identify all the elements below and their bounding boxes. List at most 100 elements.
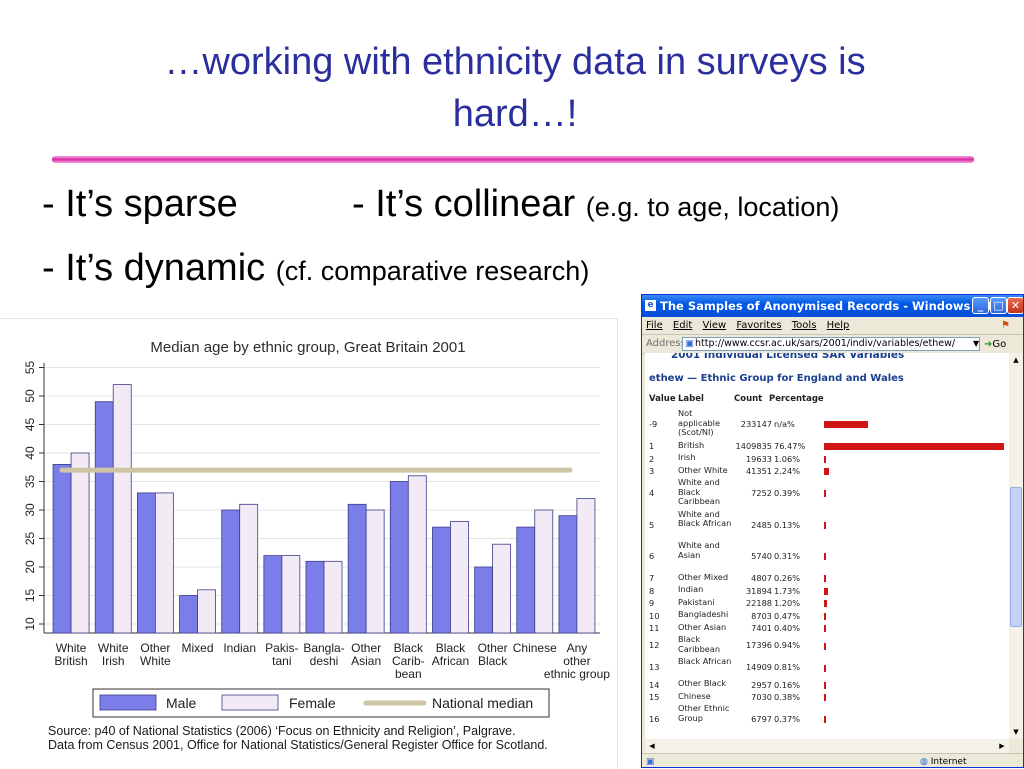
scroll-right-icon[interactable]: ▶ <box>995 739 1009 753</box>
scroll-thumb[interactable] <box>1010 487 1022 627</box>
cell-percentage: 2.24% <box>774 466 801 476</box>
percentage-bar <box>824 553 826 561</box>
address-label: Address <box>646 338 686 349</box>
variable-heading: ethew — Ethnic Group for England and Wal… <box>649 373 904 384</box>
bar-male <box>516 526 536 634</box>
y-tick-label: 45 <box>23 418 37 432</box>
windows-logo-icon: ⚑ <box>1001 320 1010 331</box>
cell-value: 9 <box>649 598 655 608</box>
cell-percentage: 0.40% <box>774 623 801 633</box>
x-tick-label: White <box>98 641 129 655</box>
x-tick-label: deshi <box>310 654 339 668</box>
bullet-text: It’s dynamic <box>65 247 266 289</box>
cell-label: Indian <box>678 584 704 594</box>
bar-female <box>154 492 174 634</box>
cell-percentage: 76.47% <box>774 441 806 451</box>
bar-female <box>323 560 343 634</box>
percentage-bar <box>824 468 830 476</box>
ie-page-icon: e <box>645 300 656 311</box>
slide-title: …working with ethnicity data in surveys … <box>60 36 970 140</box>
percentage-bar <box>824 716 826 724</box>
source-line-1: Source: p40 of National Statistics (2006… <box>48 724 516 738</box>
go-button[interactable]: ➜Go <box>984 336 1006 354</box>
cell-label: White and Black African <box>678 508 732 528</box>
cell-value: 12 <box>649 640 660 651</box>
dropdown-arrow-icon[interactable]: ▼ <box>973 335 979 353</box>
cell-count: 19633 <box>745 453 772 464</box>
bar-male <box>558 515 578 634</box>
scroll-left-icon[interactable]: ◀ <box>645 739 659 753</box>
x-tick-label: bean <box>395 667 422 681</box>
x-tick-label: Bangla- <box>303 641 344 655</box>
cell-label: Other Black <box>678 678 727 688</box>
vertical-scrollbar[interactable]: ▲ ▼ <box>1009 353 1023 739</box>
bar-female <box>281 555 301 634</box>
status-bar: ▣ ◍ Internet <box>642 753 1023 767</box>
header-percentage: Percentage <box>769 394 824 404</box>
x-tick-label: Other <box>351 641 381 655</box>
bar-female <box>534 509 554 634</box>
cell-value: 13 <box>649 662 660 673</box>
horizontal-scrollbar[interactable]: ◀ ▶ <box>645 739 1009 753</box>
x-tick-label: British <box>54 654 87 668</box>
header-count: Count <box>734 394 763 404</box>
cell-count: 7401 <box>751 623 772 633</box>
bar-female <box>492 543 512 634</box>
globe-icon: ◍ <box>920 757 928 767</box>
bar-female <box>365 509 385 634</box>
bar-male <box>474 566 494 634</box>
close-icon[interactable]: ✕ <box>1007 297 1023 314</box>
cell-count: 8703 <box>751 610 772 621</box>
window-titlebar[interactable]: e The Samples of Anonymised Records - Wi… <box>642 295 1023 317</box>
minimize-icon[interactable]: _ <box>972 297 989 314</box>
cell-label: Other Mixed <box>678 571 729 582</box>
menu-edit[interactable]: Edit <box>673 320 692 331</box>
chart-panel: Median age by ethnic group, Great Britai… <box>0 318 618 769</box>
menu-tools[interactable]: Tools <box>792 320 817 331</box>
cell-count: 5740 <box>751 551 772 561</box>
title-line-1: …working with ethnicity data in surveys … <box>164 41 866 83</box>
cell-percentage: n/a% <box>774 419 795 429</box>
status-zone: ◍ Internet <box>920 754 966 767</box>
x-tick-label: Mixed <box>182 641 214 655</box>
cell-value: 16 <box>649 714 660 724</box>
header-value: Value <box>649 394 676 404</box>
cell-count: 6797 <box>751 714 772 724</box>
menu-favorites[interactable]: Favorites <box>736 320 781 331</box>
x-tick-label: Indian <box>223 641 256 655</box>
cell-label: Other Ethnic Group <box>678 703 730 723</box>
cell-count: 31894 <box>745 585 772 596</box>
cell-label: Other Asian <box>678 621 727 632</box>
percentage-bar <box>824 521 826 529</box>
cell-count: 22188 <box>745 598 772 608</box>
scroll-down-icon[interactable]: ▼ <box>1009 725 1023 739</box>
y-tick-label: 20 <box>23 560 37 574</box>
bar-female <box>407 475 427 634</box>
y-tick-label: 40 <box>23 446 37 460</box>
cell-label: Irish <box>678 452 696 462</box>
percentage-bar <box>824 642 827 650</box>
x-tick-label: Irish <box>102 654 125 668</box>
y-tick-label: 10 <box>23 617 37 631</box>
maximize-icon[interactable]: □ <box>990 297 1007 314</box>
cell-value: 3 <box>649 466 655 476</box>
title-divider <box>52 156 974 163</box>
x-tick-label: Black <box>436 641 466 655</box>
page-content: 2001 Individual Licensed SAR Variables e… <box>645 353 1009 739</box>
percentage-bar <box>824 455 827 463</box>
cell-percentage: 1.20% <box>774 598 801 608</box>
page-status-icon: ▣ <box>646 757 655 767</box>
y-tick-label: 50 <box>23 389 37 403</box>
legend-swatch-female <box>221 694 279 711</box>
menu-help[interactable]: Help <box>827 320 850 331</box>
address-input[interactable]: ▣ http://www.ccsr.ac.uk/sars/2001/indiv/… <box>682 337 980 351</box>
cell-percentage: 0.16% <box>774 679 801 690</box>
menu-view[interactable]: View <box>702 320 726 331</box>
x-tick-label: Asian <box>351 654 381 668</box>
scroll-up-icon[interactable]: ▲ <box>1009 353 1023 367</box>
menu-file[interactable]: File <box>646 320 663 331</box>
cell-percentage: 0.13% <box>774 519 801 530</box>
cell-percentage: 0.94% <box>774 640 801 651</box>
cell-percentage: 1.73% <box>774 585 801 596</box>
y-tick-label: 55 <box>23 361 37 375</box>
